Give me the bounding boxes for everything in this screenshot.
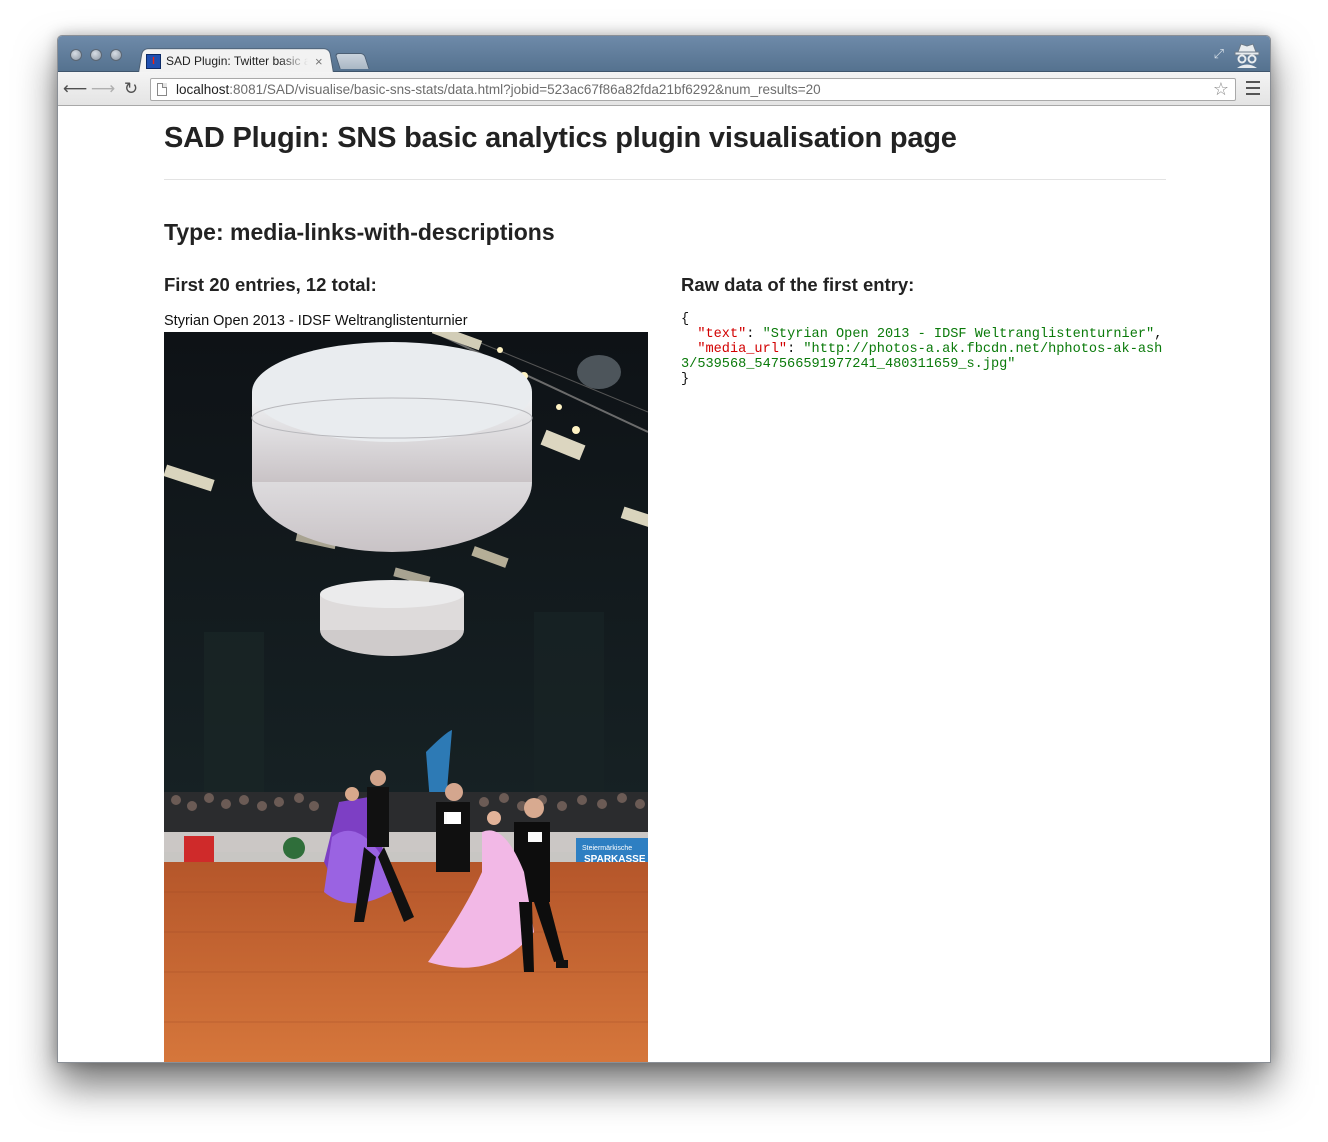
close-window-button[interactable] [70,49,82,61]
tab-close-icon[interactable]: × [315,54,323,69]
tab-title: SAD Plugin: Twitter basic analytics [166,54,308,68]
back-icon[interactable]: ⟵ [63,78,87,100]
menu-icon[interactable] [1246,81,1260,95]
url-host: localhost [176,82,230,97]
raw-data-heading: Raw data of the first entry: [681,274,915,295]
json-open-brace: { [681,312,690,327]
divider [164,179,1166,180]
entries-heading: First 20 entries, 12 total: [164,274,377,295]
json-key-text: "text" [697,327,747,342]
browser-window: I SAD Plugin: Twitter basic analytics × … [57,35,1271,1063]
title-bar: I SAD Plugin: Twitter basic analytics × … [58,36,1270,73]
type-heading: Type: media-links-with-descriptions [164,219,555,245]
banner-brand-text: Steiermärkische [582,845,632,852]
new-tab-button[interactable] [334,53,370,69]
fullscreen-icon[interactable]: ⤢ [1214,46,1224,62]
content-columns: First 20 entries, 12 total: Styrian Open… [164,274,1166,1062]
url-path: :8081/SAD/visualise/basic-sns-stats/data… [229,82,821,97]
page-icon [157,83,167,96]
json-key-media-url: "media_url" [697,342,788,357]
tab-content: I SAD Plugin: Twitter basic analytics × [146,50,336,72]
page-title: SAD Plugin: SNS basic analytics plugin v… [164,122,957,154]
incognito-icon [1234,43,1260,68]
browser-toolbar: ⟵ ⟶ ↻ localhost :8081/SAD/visualise/basi… [58,72,1270,106]
page-viewport[interactable]: SAD Plugin: SNS basic analytics plugin v… [58,107,1270,1062]
entry-description: Styrian Open 2013 - IDSF Weltranglistent… [164,313,468,329]
reload-icon[interactable]: ↻ [120,78,142,100]
favicon-icon: I [146,53,161,69]
raw-data-column: Raw data of the first entry: { "text": "… [681,274,1166,387]
bookmark-star-icon[interactable]: ☆ [1213,79,1229,100]
raw-data-json: { "text": "Styrian Open 2013 - IDSF Welt… [681,312,1163,387]
address-bar[interactable]: localhost :8081/SAD/visualise/basic-sns-… [150,78,1236,101]
minimize-window-button[interactable] [90,49,102,61]
json-value-text: "Styrian Open 2013 - IDSF Weltranglisten… [762,327,1155,342]
zoom-window-button[interactable] [110,49,122,61]
forward-icon[interactable]: ⟶ [91,78,115,100]
json-close-brace: } [681,372,690,387]
page-container: SAD Plugin: SNS basic analytics plugin v… [164,107,1166,1062]
entry-media-image[interactable]: Steiermärkische SPARKASSE [164,332,648,1062]
entries-column: First 20 entries, 12 total: Styrian Open… [164,274,648,1062]
